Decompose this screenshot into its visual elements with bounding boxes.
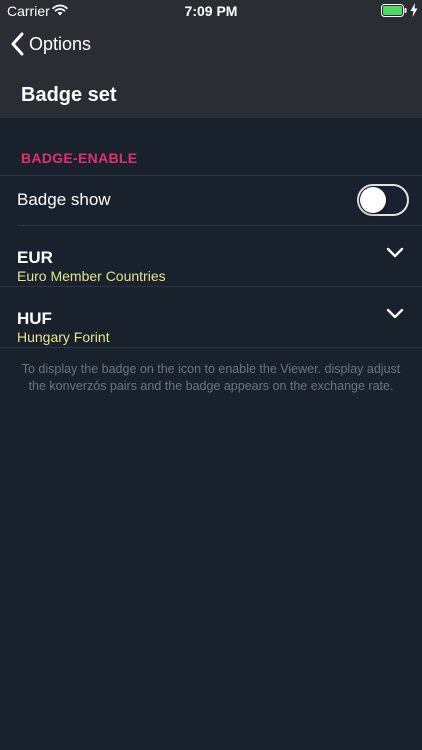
currency-row-huf[interactable]: HUF Hungary Forint <box>0 287 422 347</box>
currency-name: Hungary Forint <box>17 329 110 345</box>
currency-code: HUF <box>17 309 52 328</box>
currency-row-eur[interactable]: EUR Euro Member Countries <box>0 226 422 286</box>
back-button-label: Options <box>29 33 92 54</box>
info-text: To display the badge on the icon to enab… <box>21 362 401 393</box>
page-title: Badge set <box>21 84 117 106</box>
toggle-knob <box>360 187 386 213</box>
divider <box>0 347 422 348</box>
header: Carrier 7:09 PM Options Badge set <box>0 0 422 118</box>
screen: Carrier 7:09 PM Options Badge set BADGE-… <box>0 0 422 750</box>
back-button[interactable]: Options <box>10 29 91 59</box>
chevron-down-icon[interactable] <box>386 308 404 320</box>
status-time: 7:09 PM <box>184 3 238 19</box>
currency-name: Euro Member Countries <box>17 268 166 284</box>
status-bar: Carrier 7:09 PM <box>0 0 422 22</box>
chevron-down-icon[interactable] <box>386 247 404 259</box>
badge-show-label: Badge show <box>17 190 111 209</box>
back-chevron-icon <box>11 32 24 56</box>
section-header: BADGE-ENABLE <box>21 150 138 166</box>
badge-show-row: Badge show <box>0 176 422 224</box>
badge-show-toggle[interactable] <box>357 184 409 216</box>
currency-code: EUR <box>17 248 53 267</box>
battery-icon <box>381 4 407 17</box>
charging-bolt-icon <box>410 3 418 17</box>
